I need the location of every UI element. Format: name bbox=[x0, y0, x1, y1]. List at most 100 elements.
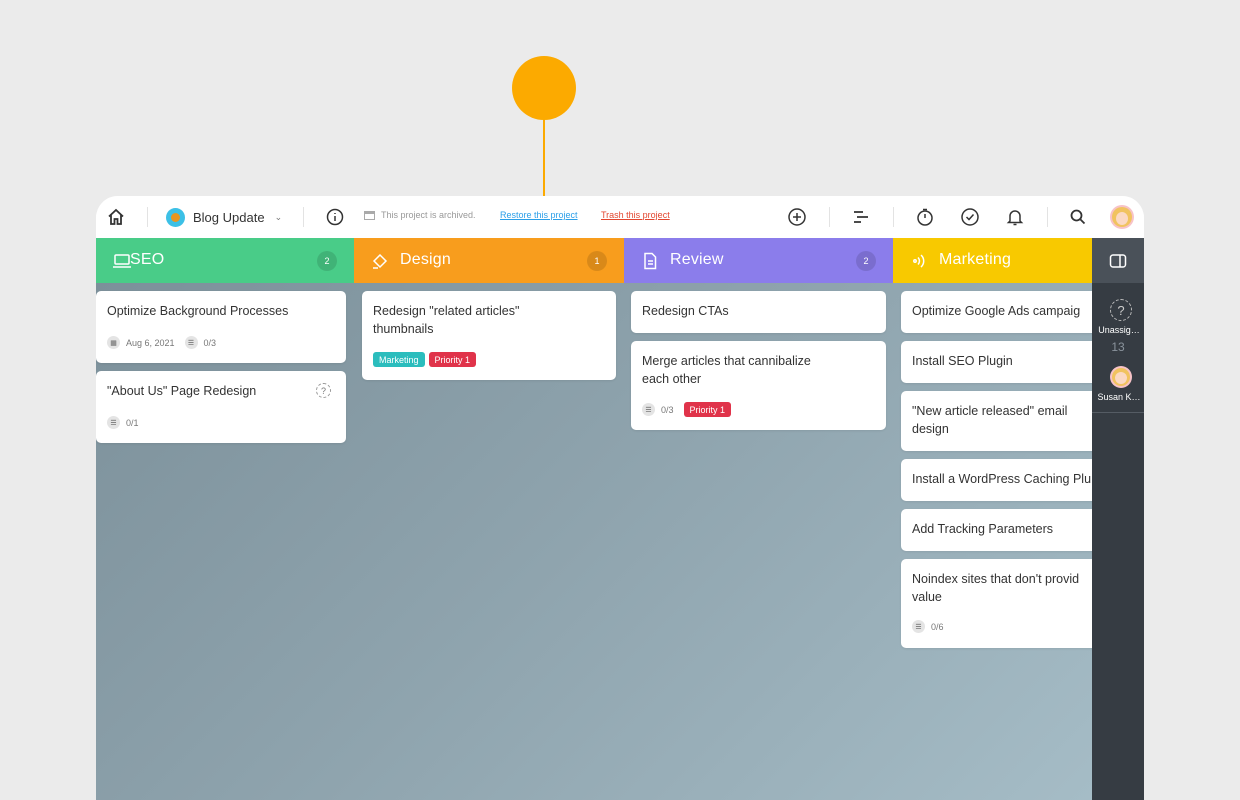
divider bbox=[1047, 207, 1048, 227]
bell-icon[interactable] bbox=[1003, 205, 1027, 229]
column-title: SEO bbox=[130, 251, 165, 268]
subtask-count: 0/3 bbox=[661, 404, 674, 415]
due-date: Aug 6, 2021 bbox=[126, 337, 175, 348]
task-title: Install SEO Plugin bbox=[912, 354, 1013, 368]
restore-project-link[interactable]: Restore this project bbox=[500, 210, 578, 220]
project-selector[interactable]: Blog Update ⌄ bbox=[166, 205, 282, 229]
column-count: 2 bbox=[317, 251, 337, 271]
task-title: Add Tracking Parameters bbox=[912, 522, 1054, 536]
tag-priority[interactable]: Priority 1 bbox=[683, 402, 732, 417]
paint-bucket-icon bbox=[372, 253, 388, 269]
task-meta: ☰ 0/3 Priority 1 bbox=[642, 402, 732, 417]
task-meta: ▦ Aug 6, 2021 ☰ 0/3 bbox=[107, 336, 216, 349]
task-card[interactable]: "About Us" Page Redesign ? ☰ 0/1 bbox=[96, 371, 346, 443]
task-card[interactable]: Redesign CTAs bbox=[631, 291, 886, 333]
task-card[interactable]: Optimize Google Ads campaig bbox=[901, 291, 1101, 333]
document-icon bbox=[644, 252, 657, 270]
task-card[interactable]: Add Tracking Parameters bbox=[901, 509, 1101, 551]
subtask-count: 0/1 bbox=[126, 417, 139, 428]
column-count: 1 bbox=[587, 251, 607, 271]
check-icon[interactable] bbox=[958, 205, 982, 229]
top-bar: Blog Update ⌄ This project is archived. … bbox=[96, 196, 1144, 238]
callout-marker bbox=[512, 56, 576, 120]
sidebar-toggle-icon bbox=[1109, 253, 1127, 268]
archive-icon bbox=[364, 210, 375, 220]
task-card[interactable]: "New article released" email design bbox=[901, 391, 1101, 451]
unassigned-count: 13 bbox=[1111, 340, 1125, 354]
unassigned-icon[interactable]: ? bbox=[316, 383, 331, 398]
add-icon[interactable] bbox=[785, 205, 809, 229]
callout-line bbox=[543, 118, 545, 200]
archived-notice: This project is archived. bbox=[364, 210, 476, 220]
divider bbox=[893, 207, 894, 227]
timer-icon[interactable] bbox=[913, 205, 937, 229]
task-title: Optimize Background Processes bbox=[107, 304, 289, 318]
divider bbox=[1092, 412, 1144, 413]
column-count: 2 bbox=[856, 251, 876, 271]
tag-marketing[interactable]: Marketing bbox=[373, 352, 425, 367]
unassigned-icon[interactable]: ? bbox=[1110, 299, 1132, 321]
task-meta: ☰ 0/6 bbox=[912, 620, 944, 633]
subtasks-icon: ☰ bbox=[107, 416, 120, 429]
calendar-icon: ▦ bbox=[107, 336, 120, 349]
task-card[interactable]: Install a WordPress Caching Plu bbox=[901, 459, 1101, 501]
user-avatar[interactable] bbox=[1110, 205, 1134, 229]
column-header-design[interactable]: Design 1 bbox=[354, 238, 624, 283]
task-title-line: Noindex sites that don't provid bbox=[912, 572, 1080, 586]
subtasks-icon: ☰ bbox=[912, 620, 925, 633]
divider bbox=[147, 207, 148, 227]
task-title: Redesign "related articles" thumbnails bbox=[373, 303, 519, 338]
panel-toggle-button[interactable] bbox=[1092, 238, 1144, 283]
column-header-seo[interactable]: SEO 2 bbox=[96, 238, 354, 283]
unassigned-label: Unassig… bbox=[1098, 325, 1140, 335]
column-header-review[interactable]: Review 2 bbox=[624, 238, 893, 283]
task-title: Redesign CTAs bbox=[642, 304, 729, 318]
archived-text: This project is archived. bbox=[381, 210, 476, 220]
assignee-avatar[interactable] bbox=[1110, 366, 1132, 388]
subtask-count: 0/6 bbox=[931, 621, 944, 632]
project-avatar bbox=[166, 207, 185, 227]
task-meta: ☰ 0/1 bbox=[107, 416, 139, 429]
task-card[interactable]: Redesign "related articles" thumbnails M… bbox=[362, 291, 616, 380]
assignee-name: Susan K… bbox=[1097, 392, 1141, 402]
subtask-count: 0/3 bbox=[203, 337, 217, 348]
chevron-down-icon: ⌄ bbox=[274, 211, 283, 222]
task-card[interactable]: Optimize Background Processes ▦ Aug 6, 2… bbox=[96, 291, 346, 363]
task-title: Merge articles that cannibalize each oth… bbox=[642, 353, 811, 388]
task-title-line: value bbox=[912, 589, 942, 604]
app-window: Blog Update ⌄ This project is archived. … bbox=[96, 196, 1144, 800]
gantt-icon[interactable] bbox=[849, 205, 873, 229]
subtasks-icon: ☰ bbox=[184, 336, 198, 349]
kanban-board: SEO 2 Optimize Background Processes ▦ Au… bbox=[96, 238, 1101, 800]
home-icon[interactable] bbox=[104, 205, 128, 229]
task-title-line: thumbnails bbox=[373, 321, 434, 336]
task-title: Noindex sites that don't provid value bbox=[912, 571, 1079, 606]
project-name: Blog Update bbox=[193, 209, 265, 225]
assignee-panel: ? Unassig… 13 Susan K… bbox=[1092, 238, 1144, 800]
task-title-line: design bbox=[912, 421, 949, 436]
task-card[interactable]: Install SEO Plugin bbox=[901, 341, 1101, 383]
task-title: "About Us" Page Redesign bbox=[107, 384, 257, 398]
tag-priority[interactable]: Priority 1 bbox=[428, 352, 477, 367]
task-tags: Marketing Priority 1 bbox=[373, 352, 477, 367]
task-title: Optimize Google Ads campaig bbox=[912, 304, 1081, 318]
task-card[interactable]: Noindex sites that don't provid value ☰ … bbox=[901, 559, 1101, 648]
column-title: Marketing bbox=[939, 251, 1012, 268]
divider bbox=[829, 207, 830, 227]
task-title-line: Merge articles that cannibalize bbox=[642, 354, 811, 368]
search-icon[interactable] bbox=[1066, 205, 1090, 229]
task-card[interactable]: Merge articles that cannibalize each oth… bbox=[631, 341, 886, 430]
task-title-line: each other bbox=[642, 371, 702, 386]
task-title-line: Redesign "related articles" bbox=[373, 304, 520, 318]
info-icon[interactable] bbox=[323, 205, 347, 229]
column-title: Review bbox=[670, 251, 724, 268]
broadcast-icon bbox=[913, 254, 925, 268]
task-title-line: "New article released" email bbox=[912, 404, 1068, 418]
column-header-marketing[interactable]: Marketing bbox=[893, 238, 1092, 283]
trash-project-link[interactable]: Trash this project bbox=[601, 210, 670, 220]
column-title: Design bbox=[400, 251, 452, 268]
subtasks-icon: ☰ bbox=[642, 403, 655, 416]
laptop-icon bbox=[113, 254, 131, 268]
divider bbox=[303, 207, 304, 227]
task-title: Install a WordPress Caching Plu bbox=[912, 472, 1092, 486]
